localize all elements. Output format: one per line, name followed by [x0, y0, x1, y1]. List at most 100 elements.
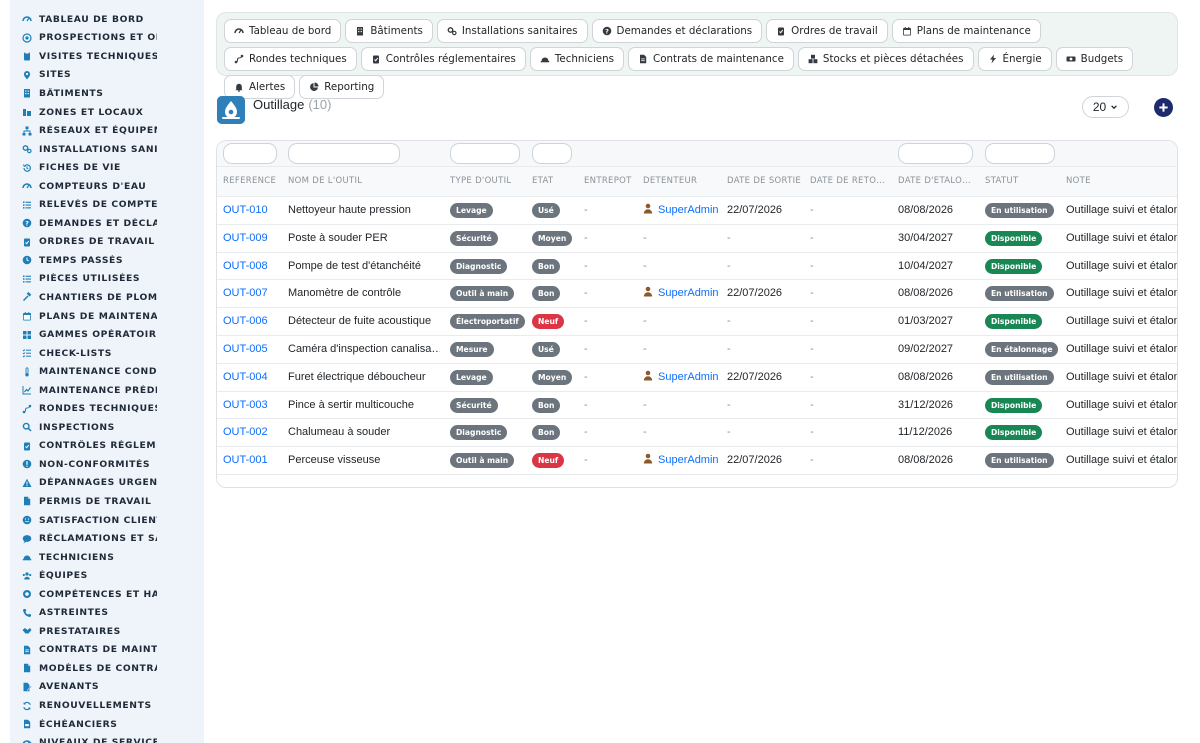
- reference-link[interactable]: OUT-006: [223, 315, 268, 327]
- column-header[interactable]: NOM DE L'OUTIL: [288, 176, 362, 186]
- sidebar-item-prospections-et-opportunites[interactable]: PROSPECTIONS ET OPPORTUNITÉS: [10, 29, 204, 48]
- sidebar-item-compteurs-d-eau[interactable]: COMPTEURS D'EAU: [10, 177, 204, 196]
- sidebar-item-competences-et-habilitations[interactable]: COMPÉTENCES ET HABILITATIONS: [10, 585, 204, 604]
- sidebar-item-fiches-de-vie[interactable]: FICHES DE VIE: [10, 158, 204, 177]
- reference-link[interactable]: OUT-010: [223, 204, 268, 216]
- sidebar-item-permis-de-travail[interactable]: PERMIS DE TRAVAIL: [10, 492, 204, 511]
- column-filter-input[interactable]: [450, 143, 520, 164]
- column-header[interactable]: ENTREPÔT: [584, 176, 632, 186]
- sidebar-item-avenants[interactable]: AVENANTS: [10, 678, 204, 697]
- table-row[interactable]: OUT-006 Détecteur de fuite acoustique Élec…: [217, 308, 1177, 336]
- reference-link[interactable]: OUT-008: [223, 260, 268, 272]
- sidebar-item-temps-passes[interactable]: TEMPS PASSÉS: [10, 251, 204, 270]
- sidebar-item-visites-techniques-et-devis[interactable]: VISITES TECHNIQUES ET DEVIS: [10, 47, 204, 66]
- sidebar-item-installations-sanitaires[interactable]: INSTALLATIONS SANITAIRES: [10, 140, 204, 159]
- sidebar-item-depannages-urgents[interactable]: DÉPANNAGES URGENTS: [10, 474, 204, 493]
- column-header[interactable]: DÉTENTEUR: [643, 176, 697, 186]
- holder-link[interactable]: SuperAdmin: [643, 203, 719, 217]
- column-filter-input[interactable]: [532, 143, 572, 164]
- sidebar-item-contrats-de-maintenance[interactable]: CONTRATS DE MAINTENANCE: [10, 641, 204, 660]
- column-filter-input[interactable]: [898, 143, 973, 164]
- sidebar-item-batiments[interactable]: BÂTIMENTS: [10, 84, 204, 103]
- holder-link[interactable]: SuperAdmin: [643, 286, 719, 300]
- column-header[interactable]: ÉTAT: [532, 176, 553, 186]
- sidebar-item-gammes-operatoires[interactable]: GAMMES OPÉRATOIRES: [10, 325, 204, 344]
- sidebar-item-chantiers-de-plomberie[interactable]: CHANTIERS DE PLOMBERIE: [10, 288, 204, 307]
- column-header[interactable]: NOTE: [1066, 176, 1091, 186]
- topnav-item-rondes-techniques[interactable]: Rondes techniques: [224, 47, 357, 71]
- topnav-item-batiments[interactable]: Bâtiments: [345, 19, 433, 43]
- sidebar-item-equipes[interactable]: ÉQUIPES: [10, 566, 204, 585]
- sidebar-item-satisfaction-client[interactable]: SATISFACTION CLIENT: [10, 511, 204, 530]
- column-header[interactable]: DATE D'ÉTALO…: [898, 176, 971, 186]
- sidebar-item-reseaux-et-equipements[interactable]: RÉSEAUX ET ÉQUIPEMENTS: [10, 121, 204, 140]
- sidebar-item-renouvellements[interactable]: RENOUVELLEMENTS: [10, 696, 204, 715]
- column-filter-input[interactable]: [985, 143, 1055, 164]
- page-size-select[interactable]: 20: [1082, 96, 1129, 118]
- column-header[interactable]: RÉFÉRENCE: [223, 176, 276, 186]
- topnav-item-ordres-de-travail[interactable]: Ordres de travail: [766, 19, 888, 43]
- sidebar-item-plans-de-maintenance[interactable]: PLANS DE MAINTENANCE: [10, 307, 204, 326]
- sidebar-item-ordres-de-travail[interactable]: ORDRES DE TRAVAIL: [10, 233, 204, 252]
- table-row[interactable]: OUT-009 Poste à souder PER Sécurité Moyen - -…: [217, 225, 1177, 253]
- sidebar-item-prestataires[interactable]: PRESTATAIRES: [10, 622, 204, 641]
- table-row[interactable]: OUT-001 Perceuse visseuse Outil à main Neuf…: [217, 447, 1177, 475]
- sidebar-item-controles-reglementaires[interactable]: CONTRÔLES RÉGLEMENTAIRES: [10, 437, 204, 456]
- list-icon: [22, 200, 32, 210]
- sidebar-item-zones-et-locaux[interactable]: ZONES ET LOCAUX: [10, 103, 204, 122]
- sidebar-item-techniciens[interactable]: TECHNICIENS: [10, 548, 204, 567]
- reference-link[interactable]: OUT-007: [223, 287, 268, 299]
- reference-link[interactable]: OUT-009: [223, 232, 268, 244]
- sidebar-item-non-conformites[interactable]: NON-CONFORMITÉS: [10, 455, 204, 474]
- column-header[interactable]: TYPE D'OUTIL: [450, 176, 511, 186]
- sidebar-item-maintenance-predictive[interactable]: MAINTENANCE PRÉDICTIVE: [10, 381, 204, 400]
- table-row[interactable]: OUT-003 Pince à sertir multicouche Sécurit…: [217, 392, 1177, 420]
- reference-link[interactable]: OUT-001: [223, 454, 268, 466]
- topnav-item-budgets[interactable]: Budgets: [1055, 47, 1134, 71]
- topnav-item-energie[interactable]: Énergie: [977, 47, 1052, 71]
- reference-link[interactable]: OUT-002: [223, 426, 268, 438]
- topnav-item-installations-sanitaires[interactable]: Installations sanitaires: [436, 19, 588, 43]
- topnav-item-plans-de-maintenance[interactable]: Plans de maintenance: [891, 19, 1041, 43]
- holder-link[interactable]: SuperAdmin: [643, 453, 719, 467]
- sidebar-item-tableau-de-bord[interactable]: TABLEAU DE BORD: [10, 10, 204, 29]
- topnav-item-controles-reglementaires[interactable]: Contrôles réglementaires: [360, 47, 526, 71]
- sidebar-item-demandes-et-declarations[interactable]: ? DEMANDES ET DÉCLARATIONS: [10, 214, 204, 233]
- sidebar-item-sites[interactable]: SITES: [10, 66, 204, 85]
- column-header[interactable]: STATUT: [985, 176, 1019, 186]
- topnav-item-contrats-de-maintenance[interactable]: Contrats de maintenance: [628, 47, 794, 71]
- sidebar-item-inspections[interactable]: INSPECTIONS: [10, 418, 204, 437]
- column-filter-input[interactable]: [223, 143, 277, 164]
- table-row[interactable]: OUT-002 Chalumeau à souder Diagnostic Bon - -…: [217, 419, 1177, 448]
- sidebar-item-maintenance-conditionnelle[interactable]: MAINTENANCE CONDITIONNELLE: [10, 362, 204, 381]
- sidebar-item-pieces-utilisees[interactable]: PIÈCES UTILISÉES: [10, 270, 204, 289]
- reference-link[interactable]: OUT-005: [223, 343, 268, 355]
- topnav-item-stocks-et-pieces-detachees[interactable]: Stocks et pièces détachées: [797, 47, 974, 71]
- topnav-item-techniciens[interactable]: Techniciens: [529, 47, 625, 71]
- table-row[interactable]: OUT-007 Manomètre de contrôle Outil à main…: [217, 280, 1177, 309]
- sidebar-item-niveaux-de-service-sla[interactable]: NIVEAUX DE SERVICE (SLA): [10, 733, 204, 743]
- column-filter-input[interactable]: [288, 143, 400, 164]
- state-badge: Bon: [532, 397, 561, 413]
- table-row[interactable]: OUT-008 Pompe de test d'étanchéité Diagnos…: [217, 253, 1177, 281]
- topnav-item-tableau-de-bord[interactable]: Tableau de bord: [224, 19, 342, 43]
- add-button[interactable]: [1154, 98, 1173, 117]
- topnav-item-demandes-et-declarations[interactable]: ? Demandes et déclarations: [591, 19, 763, 43]
- table-row[interactable]: OUT-004 Furet électrique déboucheur Levage…: [217, 364, 1177, 392]
- table-row[interactable]: OUT-010 Nettoyeur haute pression Levage Usé…: [217, 197, 1177, 225]
- sidebar-item-echeanciers[interactable]: ÉCHÉANCIERS: [10, 715, 204, 734]
- reference-link[interactable]: OUT-003: [223, 399, 268, 411]
- sidebar-item-astreintes[interactable]: ASTREINTES: [10, 604, 204, 623]
- sidebar-item-reclamations-et-sav[interactable]: RÉCLAMATIONS ET SAV: [10, 529, 204, 548]
- holder-link[interactable]: SuperAdmin: [643, 370, 719, 384]
- table-row[interactable]: OUT-005 Caméra d'inspection canalisa… Mesu…: [217, 336, 1177, 364]
- column-header[interactable]: DATE DE SORTIE: [727, 176, 801, 186]
- note-value: Outillage suivi et étalonné: [1066, 426, 1177, 439]
- reference-link[interactable]: OUT-004: [223, 371, 268, 383]
- column-header[interactable]: DATE DE RETO…: [810, 176, 885, 186]
- sidebar-item-rondes-techniques[interactable]: RONDES TECHNIQUES: [10, 399, 204, 418]
- sidebar-item-releves-de-compteurs[interactable]: RELEVÉS DE COMPTEURS: [10, 195, 204, 214]
- sidebar-item-modeles-de-contrats[interactable]: MODÈLES DE CONTRATS: [10, 659, 204, 678]
- sidebar-item-check-lists[interactable]: CHECK-LISTS: [10, 344, 204, 363]
- state-badge: Neuf: [532, 314, 565, 330]
